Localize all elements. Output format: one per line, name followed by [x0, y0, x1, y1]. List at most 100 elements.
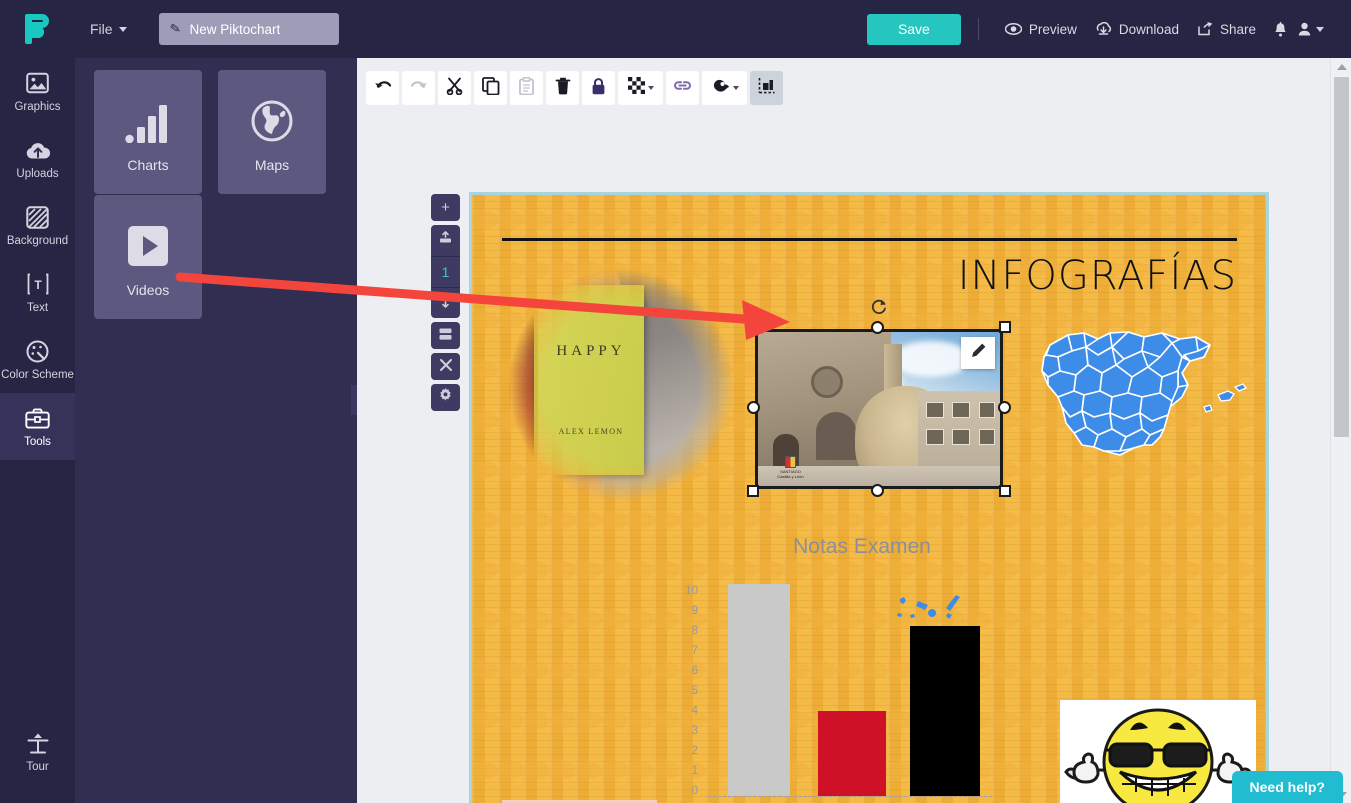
infographic-canvas[interactable]: INFOGRAFÍAS HAPPY ALEX LEMON: [469, 192, 1269, 803]
chart-baseline: [708, 796, 992, 797]
redo-button[interactable]: [402, 71, 435, 105]
copy-button[interactable]: [474, 71, 507, 105]
bar-sheila[interactable]: [818, 711, 886, 796]
bar-jose[interactable]: [728, 584, 790, 796]
resize-handle-top-left[interactable]: [747, 321, 759, 333]
resize-handle-bottom-left[interactable]: [747, 485, 759, 497]
scroll-up-button[interactable]: [1331, 58, 1351, 75]
resize-handle-middle-left[interactable]: [747, 401, 760, 414]
notifications-button[interactable]: [1265, 17, 1296, 42]
document-title: New Piktochart: [189, 22, 280, 37]
resize-handle-middle-right[interactable]: [998, 401, 1011, 414]
bar-ramona[interactable]: [910, 626, 980, 796]
sidebar-item-label: Uploads: [0, 168, 75, 181]
share-label: Share: [1220, 22, 1256, 37]
editor-area: + 1: [357, 58, 1351, 803]
add-block-button[interactable]: +: [431, 194, 460, 221]
block-number-label: 1: [442, 264, 450, 280]
resize-handle-bottom-right[interactable]: [999, 485, 1011, 497]
redo-arrow-icon: [410, 79, 428, 98]
photo-cloud: [891, 341, 971, 377]
sidebar-item-uploads[interactable]: Uploads: [0, 125, 75, 192]
chevron-down-icon: [648, 86, 654, 90]
resize-handle-top-right[interactable]: [999, 321, 1011, 333]
undo-button[interactable]: [366, 71, 399, 105]
user-icon: [1298, 22, 1311, 36]
sidebar-item-graphics[interactable]: Graphics: [0, 58, 75, 125]
file-menu[interactable]: File: [82, 15, 135, 43]
rotate-handle[interactable]: [869, 297, 889, 317]
selected-image-object[interactable]: SANTIAGO Castilla y León: [755, 329, 1003, 489]
cut-button[interactable]: [438, 71, 471, 105]
book-photo[interactable]: HAPPY ALEX LEMON: [502, 250, 767, 520]
play-button-icon: [126, 216, 170, 268]
need-help-button[interactable]: Need help?: [1232, 771, 1343, 803]
close-x-icon: [439, 358, 453, 376]
tool-card-label: Videos: [127, 282, 170, 298]
preview-button[interactable]: Preview: [996, 17, 1086, 42]
edit-image-button[interactable]: [961, 337, 995, 369]
book-author: ALEX LEMON: [538, 427, 644, 436]
divider: [978, 18, 979, 40]
share-icon: [1197, 22, 1213, 36]
y-tick: 6: [692, 665, 698, 677]
y-tick: 9: [692, 605, 698, 617]
caret-up-icon: [1337, 64, 1347, 70]
transparency-button[interactable]: [618, 71, 663, 105]
scrollbar-thumb[interactable]: [1334, 77, 1349, 437]
mask-shape-icon: [711, 78, 730, 99]
share-button[interactable]: Share: [1188, 17, 1265, 42]
y-tick: 2: [692, 745, 698, 757]
title-divider: [502, 238, 1237, 241]
lock-button[interactable]: [582, 71, 615, 105]
text-box-icon: T: [0, 271, 75, 297]
tool-card-maps[interactable]: Maps: [218, 70, 326, 194]
block-number: 1: [431, 256, 460, 287]
canvas-viewport[interactable]: + 1: [357, 118, 1330, 803]
shield-icon: [785, 456, 796, 468]
resize-handle-top-center[interactable]: [871, 321, 884, 334]
account-menu[interactable]: [1296, 17, 1333, 41]
link-button[interactable]: [666, 71, 699, 105]
document-title-field[interactable]: ✎ New Piktochart: [159, 13, 339, 45]
bar-chart-icon: [125, 91, 171, 143]
download-button[interactable]: Download: [1086, 17, 1188, 42]
image-icon: [0, 70, 75, 96]
y-tick: 3: [692, 725, 698, 737]
trash-icon: [555, 77, 571, 100]
align-button[interactable]: [750, 71, 783, 105]
sidebar-item-color-scheme[interactable]: Color Scheme: [0, 326, 75, 393]
piktochart-logo[interactable]: [0, 14, 75, 44]
delete-button[interactable]: [546, 71, 579, 105]
watermark-line2: Castilla y León: [773, 474, 809, 479]
sidebar-item-background[interactable]: Background: [0, 192, 75, 259]
piktochart-editor: File ✎ New Piktochart Save Preview: [0, 0, 1351, 803]
move-block-down-button[interactable]: [431, 287, 460, 318]
save-button[interactable]: Save: [867, 14, 961, 45]
duplicate-block-icon: [438, 327, 453, 345]
canvas-scrollbar[interactable]: [1330, 58, 1351, 803]
sidebar-item-tools[interactable]: Tools: [0, 393, 75, 460]
infographic-title[interactable]: INFOGRAFÍAS: [887, 253, 1237, 299]
block-settings-button[interactable]: [431, 384, 460, 411]
y-tick: 5: [692, 685, 698, 697]
mask-shape-button[interactable]: [702, 71, 747, 105]
resize-handle-bottom-center[interactable]: [871, 484, 884, 497]
duplicate-block-button[interactable]: [431, 322, 460, 349]
lightbulb-image-object[interactable]: [1060, 700, 1256, 803]
align-icon: [758, 77, 775, 99]
tool-card-charts[interactable]: Charts: [94, 70, 202, 194]
block-toolbar: + 1: [431, 194, 460, 411]
spain-map-object[interactable]: [1032, 323, 1247, 473]
bar-chart-object[interactable]: 10 9 8 7 6 5 4 3 2 1 0: [672, 585, 992, 803]
sidebar-item-text[interactable]: T Text: [0, 259, 75, 326]
chart-title[interactable]: Notas Examen: [717, 535, 1007, 559]
tool-card-videos[interactable]: Videos: [94, 195, 202, 319]
canvas-toolbar: [366, 70, 783, 106]
sidebar-item-label: Graphics: [0, 101, 75, 114]
delete-block-button[interactable]: [431, 353, 460, 380]
paste-button[interactable]: [510, 71, 543, 105]
sidebar-item-tour[interactable]: Tour: [0, 718, 75, 785]
move-block-up-button[interactable]: [431, 225, 460, 256]
eye-icon: [1005, 23, 1022, 35]
